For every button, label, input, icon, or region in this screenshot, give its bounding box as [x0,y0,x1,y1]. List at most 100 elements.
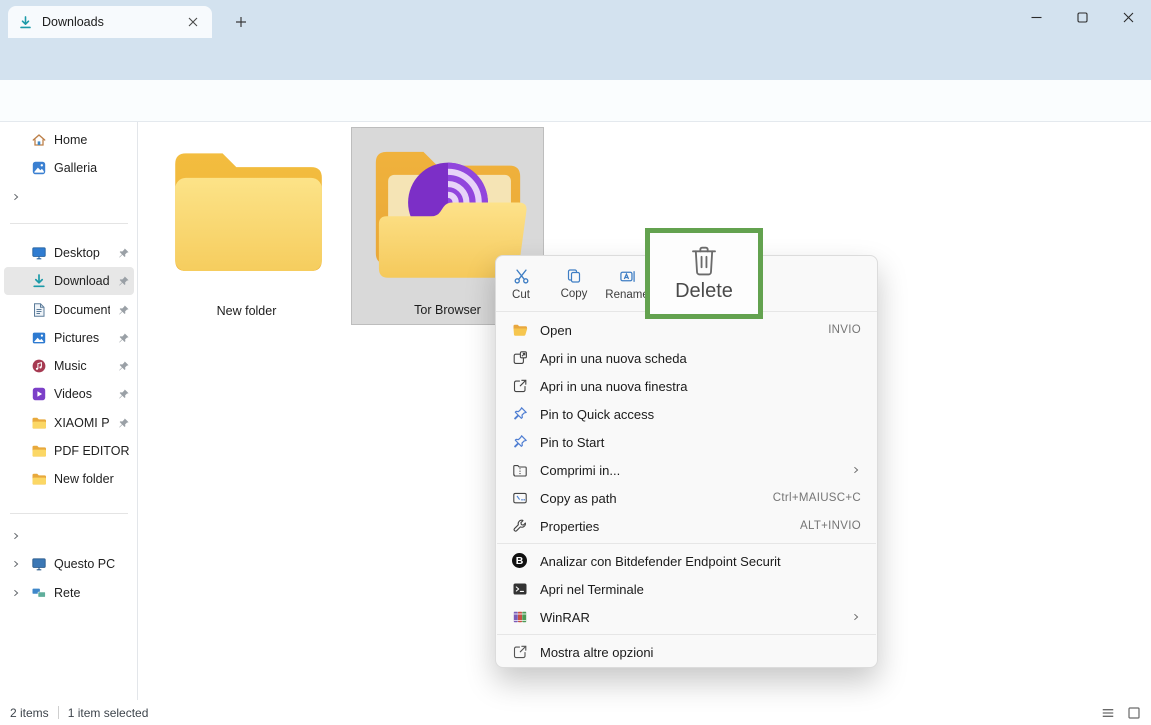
show-more-options-icon [512,644,528,660]
menu-item-open-new-window[interactable]: Apri in una nuova finestra [500,372,873,400]
navigation-bar: Downloads Cerca in Downloads [0,38,1151,80]
open-new-tab-icon [512,350,528,366]
menu-item-properties[interactable]: Properties ALT+INVIO [500,512,873,540]
sidebar-item-label: Documents [54,303,110,317]
quick-action-label: Rename [605,289,648,301]
sidebar-item-pdf-editor[interactable]: PDF EDITOR [4,437,134,465]
sidebar-item-videos[interactable]: Videos [4,380,134,408]
menu-item-pin-quick-access[interactable]: Pin to Quick access [500,400,873,428]
sidebar-section-divider [10,223,128,224]
copy-path-icon [512,490,528,506]
file-name: New folder [217,304,277,318]
pin-icon [117,360,130,373]
submenu-chevron-icon [851,612,861,622]
sidebar-item-music[interactable]: Music [4,352,134,380]
quick-cut-button[interactable]: Cut [496,262,546,306]
pin-icon [117,247,130,260]
rename-icon [619,268,636,285]
menu-shortcut: ALT+INVIO [800,520,861,532]
sidebar-item-label: PDF EDITOR [54,444,130,458]
sidebar-item-label: Music [54,359,110,373]
chevron-right-icon[interactable] [8,189,24,205]
menu-item-label: Pin to Quick access [540,407,654,422]
compress-icon [512,462,528,478]
minimize-button[interactable] [1013,0,1059,34]
menu-item-label: Mostra altre opzioni [540,645,653,660]
sidebar-expand-onedrive[interactable] [4,183,134,211]
menu-item-label: WinRAR [540,610,590,625]
menu-item-label: Properties [540,519,599,534]
sidebar-item-desktop[interactable]: Desktop [4,239,134,267]
menu-item-label: Pin to Start [540,435,604,450]
trash-icon [689,244,719,277]
chevron-right-icon[interactable] [8,556,24,572]
folder-icon [31,415,47,431]
chevron-right-icon[interactable] [8,585,24,601]
sidebar-item-label: Rete [54,586,130,600]
home-icon [31,132,47,148]
menu-separator [497,634,876,635]
delete-highlight-annotation[interactable]: Delete [645,228,763,319]
menu-item-compress[interactable]: Comprimi in... [500,456,873,484]
bitdefender-icon: B [512,553,528,569]
menu-item-copy-as-path[interactable]: Copy as path Ctrl+MAIUSC+C [500,484,873,512]
file-name: Tor Browser [414,303,481,317]
list-view-toggle[interactable] [1101,706,1115,720]
sidebar-item-gallery[interactable]: Galleria [4,154,134,182]
quick-copy-button[interactable]: Copy [549,262,599,306]
sidebar-item-documents[interactable]: Documents [4,296,134,324]
menu-item-bitdefender-scan[interactable]: B Analizar con Bitdefender Endpoint Secu… [500,547,873,575]
sidebar-expand-group[interactable] [4,522,134,550]
menu-item-label: Copy as path [540,491,617,506]
menu-item-winrar[interactable]: WinRAR [500,603,873,631]
quick-action-label: Copy [561,288,588,300]
menu-item-show-more-options[interactable]: Mostra altre opzioni [500,638,873,666]
sidebar-item-label: Pictures [54,331,110,345]
file-explorer-window: Downloads [0,0,1151,725]
window-controls [1013,0,1151,34]
terminal-icon [512,581,528,597]
close-tab-icon[interactable] [184,13,202,31]
menu-item-open[interactable]: Open INVIO [500,316,873,344]
sidebar-section-divider [10,513,128,514]
folder-icon [31,471,47,487]
sidebar-item-this-pc[interactable]: Questo PC [4,550,134,578]
winrar-icon [512,609,528,625]
pin-icon [117,304,130,317]
sidebar-item-new-folder[interactable]: New folder [4,465,134,493]
music-icon [31,358,47,374]
sidebar-item-pictures[interactable]: Pictures [4,324,134,352]
menu-shortcut: INVIO [828,324,861,336]
sidebar-item-home[interactable]: Home [4,126,134,154]
menu-item-open-in-terminal[interactable]: Apri nel Terminale [500,575,873,603]
sidebar-item-downloads[interactable]: Downloads [4,267,134,295]
new-tab-button[interactable] [226,7,256,37]
sidebar-divider [137,122,138,700]
maximize-button[interactable] [1059,0,1105,34]
file-tile-new-folder[interactable]: New folder [160,127,333,325]
sidebar-item-label: Galleria [54,161,130,175]
menu-item-label: Open [540,323,572,338]
sidebar-item-xiaomi-poco[interactable]: XIAOMI POCO F [4,409,134,437]
network-icon [31,585,47,601]
desktop-icon [31,245,47,261]
sidebar-item-network[interactable]: Rete [4,579,134,607]
menu-item-open-new-tab[interactable]: Apri in una nuova scheda [500,344,873,372]
folder-open-icon [512,322,528,338]
sidebar-item-label: Downloads [54,274,110,288]
close-window-button[interactable] [1105,0,1151,34]
download-icon [18,15,33,30]
menu-item-label: Comprimi in... [540,463,620,478]
pictures-icon [31,330,47,346]
tab-downloads[interactable]: Downloads [8,6,212,38]
folder-icon [31,443,47,459]
thumbnail-view-toggle[interactable] [1127,706,1141,720]
selection-count: 1 item selected [68,706,149,720]
pin-icon [512,434,528,450]
menu-item-pin-to-start[interactable]: Pin to Start [500,428,873,456]
open-new-window-icon [512,378,528,394]
menu-item-label: Apri in una nuova finestra [540,379,687,394]
items-count: 2 items [10,706,49,720]
pin-icon [117,332,130,345]
chevron-right-icon[interactable] [8,528,24,544]
